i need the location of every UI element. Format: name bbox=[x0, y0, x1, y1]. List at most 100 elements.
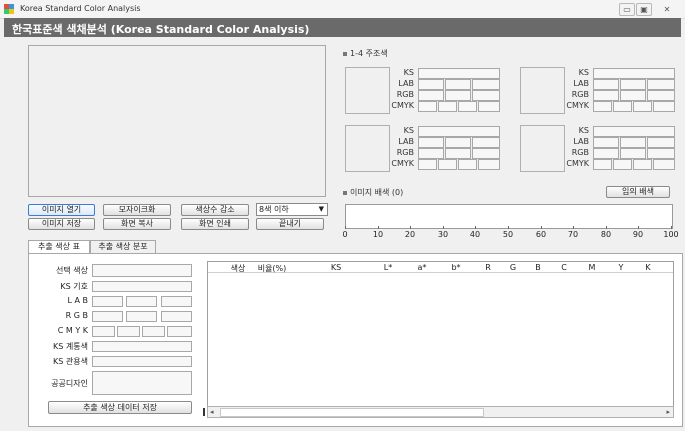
ruler-tick bbox=[345, 226, 346, 229]
reduce-colors-button[interactable]: 색상수 감소 bbox=[181, 204, 249, 216]
dominant-colors-label: 1-4 주조색 bbox=[350, 49, 388, 58]
minimize-button[interactable]: ▭ bbox=[619, 3, 635, 16]
dominant-colors-section-label: 1-4 주조색 bbox=[343, 48, 388, 59]
copy-screen-button[interactable]: 화면 복사 bbox=[103, 218, 171, 230]
ks-label: KS bbox=[578, 126, 589, 135]
lab-b-field bbox=[161, 296, 192, 307]
maximize-button[interactable]: ▣ bbox=[636, 3, 652, 16]
ks-field bbox=[593, 68, 675, 79]
rgb-g-field bbox=[620, 90, 646, 101]
rgb-g-field bbox=[445, 90, 471, 101]
lab-label: LAB bbox=[573, 137, 589, 146]
cmyk-m-field bbox=[613, 159, 632, 170]
selected-color-label: 선택 색상 bbox=[56, 266, 88, 275]
app-icon bbox=[4, 4, 14, 14]
rgb-label: RGB bbox=[571, 90, 589, 99]
splitter-grip[interactable] bbox=[203, 408, 205, 416]
mosaic-button[interactable]: 모자이크화 bbox=[103, 204, 171, 216]
ruler-tick bbox=[606, 226, 607, 229]
selected-color-field bbox=[92, 264, 192, 277]
rgb-label: RGB bbox=[571, 148, 589, 157]
color-count-select[interactable]: 8색 이하 ▼ bbox=[256, 203, 328, 216]
ruler-tick bbox=[573, 226, 574, 229]
lab-b-field bbox=[647, 79, 675, 90]
ruler-tick-label: 80 bbox=[600, 230, 612, 239]
ks-code-label: KS 기호 bbox=[60, 282, 88, 291]
rgb-label: RGB bbox=[396, 148, 414, 157]
scroll-left-icon[interactable]: ◂ bbox=[210, 407, 214, 417]
lab-label: LAB bbox=[398, 79, 414, 88]
lab-l-field bbox=[92, 296, 123, 307]
lab-label: L A B bbox=[67, 296, 88, 305]
scrollbar-thumb[interactable] bbox=[220, 408, 484, 417]
cmyk-k-field bbox=[167, 326, 192, 337]
rgb-r-field bbox=[92, 311, 123, 322]
ks-code-field bbox=[92, 281, 192, 292]
rgb-g-field bbox=[126, 311, 157, 322]
main-content: 1-4 주조색 KS LAB RGB CMYK KS LAB RGB CMYK … bbox=[4, 37, 683, 427]
print-screen-button[interactable]: 화면 인쇄 bbox=[181, 218, 249, 230]
ks-label: KS bbox=[578, 68, 589, 77]
lab-a-field bbox=[445, 79, 471, 90]
horizontal-scrollbar[interactable]: ◂ ▸ bbox=[207, 406, 674, 418]
ruler-tick bbox=[410, 226, 411, 229]
cmyk-c-field bbox=[593, 159, 612, 170]
column-header[interactable]: 비율(%) bbox=[252, 263, 292, 274]
ruler-tick bbox=[378, 226, 379, 229]
exit-button[interactable]: 끝내기 bbox=[256, 218, 324, 230]
ruler-tick bbox=[443, 226, 444, 229]
random-palette-button[interactable]: 임의 배색 bbox=[606, 186, 670, 198]
open-image-button[interactable]: 이미지 열기 bbox=[28, 204, 95, 216]
tab-extracted-color-table[interactable]: 추출 색상 표 bbox=[28, 240, 90, 254]
rgb-b-field bbox=[472, 90, 500, 101]
cmyk-y-field bbox=[142, 326, 165, 337]
lab-label: LAB bbox=[398, 137, 414, 146]
close-button[interactable]: ✕ bbox=[655, 3, 679, 16]
rgb-r-field bbox=[593, 148, 619, 159]
cmyk-k-field bbox=[653, 159, 675, 170]
lab-l-field bbox=[593, 137, 619, 148]
rgb-b-field bbox=[647, 148, 675, 159]
ruler-tick bbox=[671, 226, 672, 229]
lab-b-field bbox=[472, 79, 500, 90]
column-header[interactable]: KS bbox=[316, 263, 356, 272]
ks-series-label: KS 계통색 bbox=[53, 342, 88, 351]
ruler-tick-label: 40 bbox=[469, 230, 481, 239]
cmyk-k-field bbox=[478, 159, 500, 170]
image-preview[interactable] bbox=[28, 45, 326, 197]
app-header-title: 한국표준색 색채분석 (Korea Standard Color Analysi… bbox=[12, 23, 310, 36]
ks-series-field bbox=[92, 341, 192, 352]
lab-a-field bbox=[620, 137, 646, 148]
tab-extracted-color-distribution[interactable]: 추출 색상 분포 bbox=[90, 240, 156, 253]
lab-l-field bbox=[418, 137, 444, 148]
app-header: 한국표준색 색채분석 (Korea Standard Color Analysi… bbox=[4, 18, 681, 37]
tab-panel: 선택 색상 KS 기호 L A B R G B C M Y K KS 계통색 K… bbox=[28, 253, 683, 427]
scroll-right-icon[interactable]: ▸ bbox=[666, 407, 670, 417]
image-palette-section-label: 이미지 배색 (0) bbox=[343, 187, 403, 198]
ks-label: KS bbox=[403, 126, 414, 135]
cmyk-label: CMYK bbox=[566, 159, 589, 168]
save-image-button[interactable]: 이미지 저장 bbox=[28, 218, 95, 230]
ruler-tick-label: 90 bbox=[632, 230, 644, 239]
column-header[interactable]: K bbox=[628, 263, 668, 272]
ks-field bbox=[418, 68, 500, 79]
cmyk-k-field bbox=[478, 101, 500, 112]
cmyk-k-field bbox=[653, 101, 675, 112]
lab-l-field bbox=[593, 79, 619, 90]
public-design-label: 공공디자인 bbox=[51, 379, 88, 388]
save-extracted-data-button[interactable]: 추출 색상 데이터 저장 bbox=[48, 401, 192, 414]
window-title: Korea Standard Color Analysis bbox=[20, 4, 141, 13]
cmyk-c-field bbox=[593, 101, 612, 112]
cmyk-c-field bbox=[418, 159, 437, 170]
lab-a-field bbox=[445, 137, 471, 148]
ks-field bbox=[593, 126, 675, 137]
cmyk-label: CMYK bbox=[391, 159, 414, 168]
ks-field bbox=[418, 126, 500, 137]
cmyk-label: C M Y K bbox=[57, 326, 88, 335]
public-design-field bbox=[92, 371, 192, 395]
rgb-b-field bbox=[472, 148, 500, 159]
ruler-tick-label: 50 bbox=[502, 230, 514, 239]
ruler-tick bbox=[475, 226, 476, 229]
bullet-icon bbox=[343, 51, 347, 56]
cmyk-c-field bbox=[92, 326, 115, 337]
